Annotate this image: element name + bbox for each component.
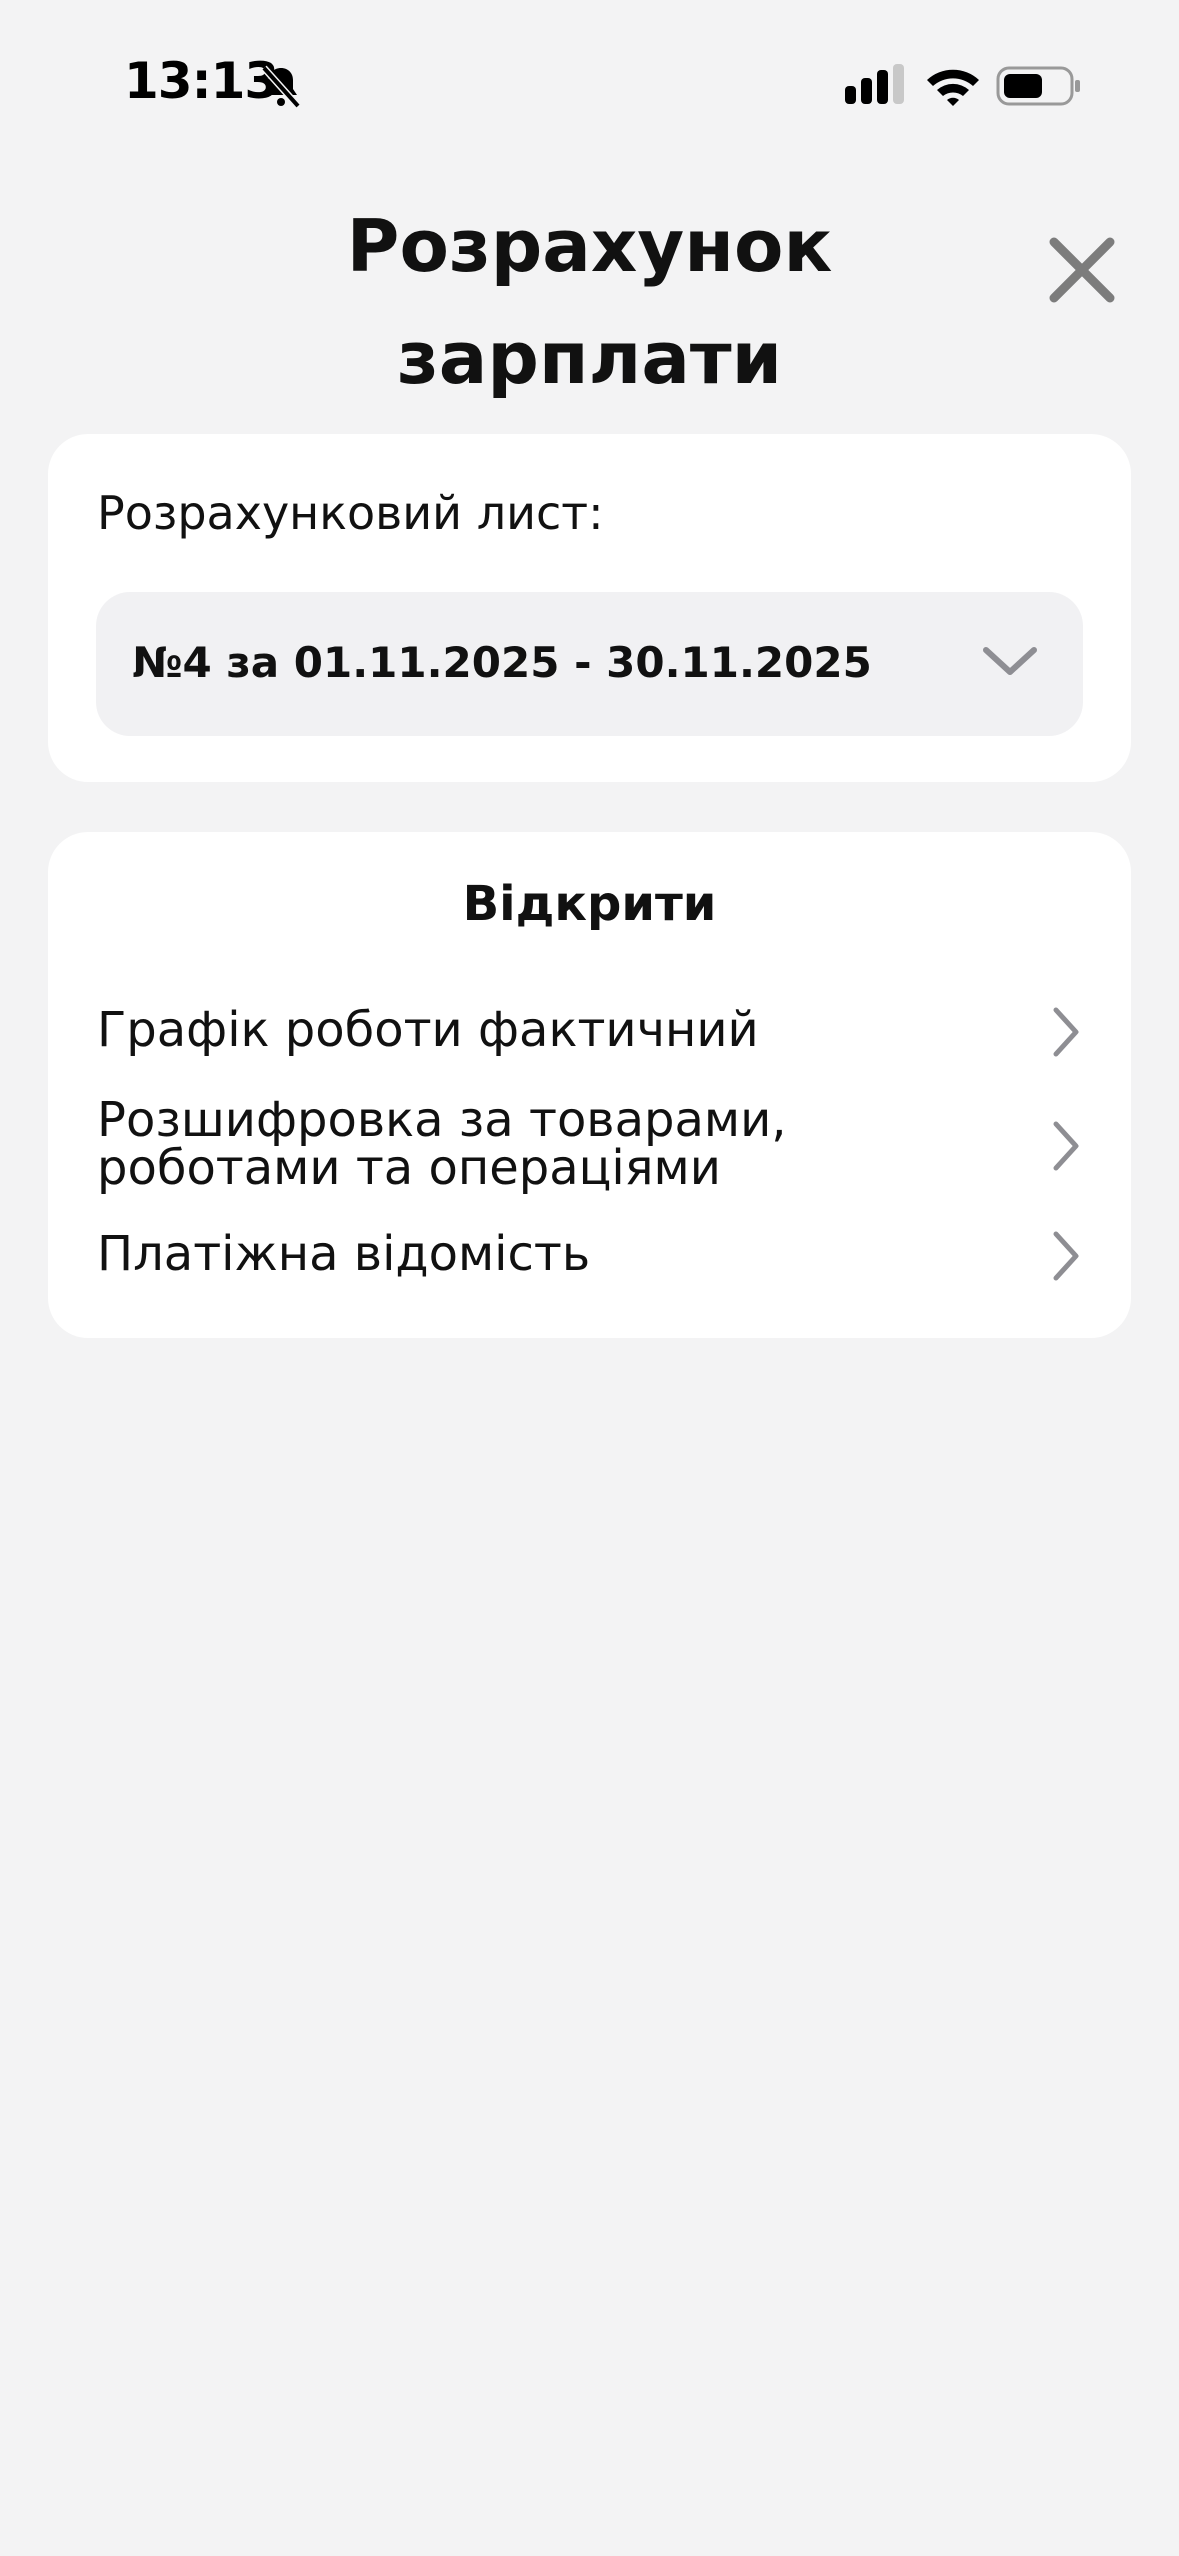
chevron-right-icon [1053, 1007, 1079, 1057]
menu-item-goods-breakdown[interactable]: Розшифровка за товарами, роботами та опе… [48, 1082, 1131, 1212]
payslip-card: Розрахунковий лист: №4 за 01.11.2025 - 3… [48, 434, 1131, 782]
open-section-card: Відкрити Графік роботи фактичний Розшифр… [48, 832, 1131, 1338]
battery-icon [996, 66, 1080, 106]
payslip-select[interactable]: №4 за 01.11.2025 - 30.11.2025 [96, 592, 1083, 736]
chevron-right-icon [1053, 1121, 1079, 1171]
menu-item-label: Розшифровка за товарами, роботами та опе… [97, 1092, 787, 1196]
menu-item-label: Графік роботи фактичний [97, 1002, 759, 1058]
payslip-select-value: №4 за 01.11.2025 - 30.11.2025 [132, 638, 872, 687]
chevron-down-icon[interactable] [980, 640, 1040, 684]
menu-item-label: Платіжна відомість [97, 1226, 591, 1282]
page-title: Розрахунок зарплати [346, 204, 833, 400]
status-bar: 13:13 [0, 0, 1179, 150]
close-icon[interactable] [1044, 232, 1120, 308]
menu-item-payment-statement[interactable]: Платіжна відомість [48, 1212, 1131, 1312]
wifi-icon [927, 69, 979, 106]
cellular-signal-icon [845, 64, 904, 104]
menu-item-work-schedule[interactable]: Графік роботи фактичний [48, 982, 1131, 1082]
payslip-label: Розрахунковий лист: [97, 486, 604, 540]
chevron-right-icon [1053, 1231, 1079, 1281]
bell-slash-icon [261, 65, 301, 109]
open-section-heading: Відкрити [462, 876, 717, 932]
